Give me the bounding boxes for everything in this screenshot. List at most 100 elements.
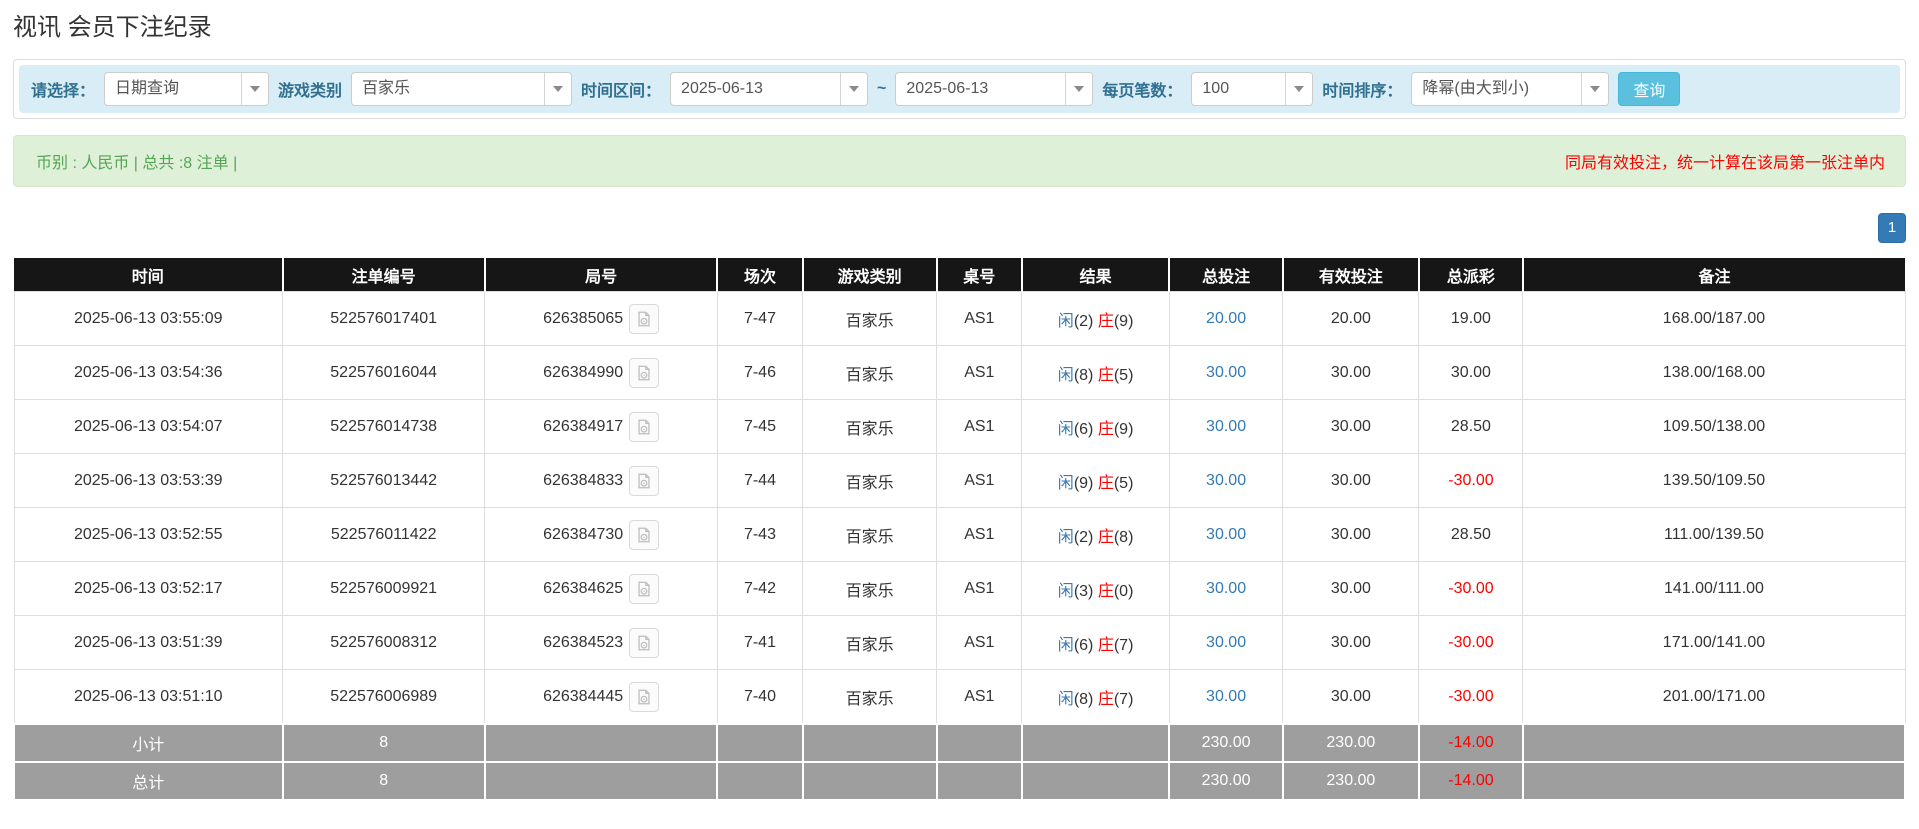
page-title: 视讯 会员下注纪录 <box>13 14 1906 43</box>
cell-remark: 171.00/141.00 <box>1523 616 1905 670</box>
cell-round-id: 626384833 <box>485 454 718 508</box>
video-replay-button[interactable] <box>629 304 659 334</box>
player-label: 闲 <box>1058 313 1074 330</box>
table-row: 2025-06-13 03:51:10 522576006989 6263844… <box>14 670 1905 724</box>
chevron-down-icon <box>553 86 563 92</box>
total-bet-link[interactable]: 30.00 <box>1206 526 1246 543</box>
footer-payout: -14.00 <box>1419 724 1523 762</box>
page-1-button[interactable]: 1 <box>1878 213 1906 243</box>
banker-label: 庄 <box>1098 637 1114 654</box>
cell-remark: 109.50/138.00 <box>1523 400 1905 454</box>
cell-table-no: AS1 <box>937 454 1022 508</box>
cell-payout: -30.00 <box>1419 616 1523 670</box>
total-bet-link[interactable]: 30.00 <box>1206 688 1246 705</box>
time-sort-dropdown-button[interactable] <box>1581 73 1608 105</box>
cell-bet-id: 522576008312 <box>283 616 485 670</box>
video-file-icon <box>635 310 653 328</box>
table-header: 时间注单编号局号场次游戏类别桌号结果总投注有效投注总派彩备注 <box>14 258 1905 292</box>
total-bet-link[interactable]: 30.00 <box>1206 634 1246 651</box>
footer-valid-bet: 230.00 <box>1283 762 1419 800</box>
cell-session: 7-42 <box>717 562 802 616</box>
player-label: 闲 <box>1058 637 1074 654</box>
game-type-dropdown-button[interactable] <box>544 73 571 105</box>
cell-table-no: AS1 <box>937 616 1022 670</box>
page-size-select[interactable]: 100 <box>1191 72 1313 106</box>
cell-table-no: AS1 <box>937 400 1022 454</box>
banker-label: 庄 <box>1098 313 1114 330</box>
summary-bar: 币别 : 人民币 | 总共 :8 注单 | 同局有效投注，统一计算在该局第一张注… <box>13 135 1906 187</box>
video-replay-button[interactable] <box>629 682 659 712</box>
header-row: 时间注单编号局号场次游戏类别桌号结果总投注有效投注总派彩备注 <box>14 258 1905 292</box>
game-type-select[interactable]: 百家乐 <box>351 72 572 106</box>
cell-time: 2025-06-13 03:54:36 <box>14 346 283 400</box>
total-bet-link[interactable]: 20.00 <box>1206 310 1246 327</box>
cell-valid-bet: 30.00 <box>1283 616 1419 670</box>
video-replay-button[interactable] <box>629 358 659 388</box>
video-file-icon <box>635 364 653 382</box>
table-body: 2025-06-13 03:55:09 522576017401 6263850… <box>14 292 1905 724</box>
cell-session: 7-44 <box>717 454 802 508</box>
cell-result: 闲(2) 庄(9) <box>1022 292 1169 346</box>
time-sort-value: 降幂(由大到小) <box>1412 73 1581 105</box>
search-button[interactable]: 查询 <box>1618 72 1680 106</box>
total-bet-link[interactable]: 30.00 <box>1206 364 1246 381</box>
video-file-icon <box>635 526 653 544</box>
total-bet-link[interactable]: 30.00 <box>1206 472 1246 489</box>
cell-remark: 168.00/187.00 <box>1523 292 1905 346</box>
player-score: (6) <box>1074 421 1094 438</box>
cell-round-id: 626384990 <box>485 346 718 400</box>
filter-bar: 请选择： 日期查询 游戏类别 百家乐 时间区间： 2025-06-13 ~ 20… <box>19 65 1900 113</box>
cell-valid-bet: 30.00 <box>1283 454 1419 508</box>
table-row: 2025-06-13 03:53:39 522576013442 6263848… <box>14 454 1905 508</box>
cell-result: 闲(8) 庄(5) <box>1022 346 1169 400</box>
player-label: 闲 <box>1058 691 1074 708</box>
footer-total-bet: 230.00 <box>1169 762 1282 800</box>
cell-time: 2025-06-13 03:53:39 <box>14 454 283 508</box>
video-replay-button[interactable] <box>629 412 659 442</box>
video-file-icon <box>635 634 653 652</box>
query-type-dropdown-button[interactable] <box>241 73 268 105</box>
cell-table-no: AS1 <box>937 346 1022 400</box>
cell-table-no: AS1 <box>937 670 1022 724</box>
footer-valid-bet: 230.00 <box>1283 724 1419 762</box>
video-replay-button[interactable] <box>629 574 659 604</box>
query-type-select[interactable]: 日期查询 <box>104 72 269 106</box>
banker-label: 庄 <box>1098 529 1114 546</box>
total-bet-link[interactable]: 30.00 <box>1206 418 1246 435</box>
footer-empty-session <box>717 724 802 762</box>
column-header: 局号 <box>485 258 718 292</box>
cell-round-id: 626384917 <box>485 400 718 454</box>
date-from-picker[interactable]: 2025-06-13 <box>670 72 868 106</box>
banker-label: 庄 <box>1098 367 1114 384</box>
cell-time: 2025-06-13 03:55:09 <box>14 292 283 346</box>
date-from-dropdown-button[interactable] <box>840 73 867 105</box>
date-to-picker[interactable]: 2025-06-13 <box>895 72 1093 106</box>
video-replay-button[interactable] <box>629 520 659 550</box>
footer-empty-remark <box>1523 724 1905 762</box>
cell-time: 2025-06-13 03:51:39 <box>14 616 283 670</box>
video-file-icon <box>635 472 653 490</box>
cell-round-id: 626385065 <box>485 292 718 346</box>
cell-payout: 28.50 <box>1419 400 1523 454</box>
summary-currency-total: 币别 : 人民币 | 总共 :8 注单 | <box>36 149 237 173</box>
footer-count: 8 <box>283 762 485 800</box>
cell-valid-bet: 20.00 <box>1283 292 1419 346</box>
video-replay-button[interactable] <box>629 628 659 658</box>
round-id: 626384625 <box>543 580 623 597</box>
footer-payout: -14.00 <box>1419 762 1523 800</box>
date-to-dropdown-button[interactable] <box>1065 73 1092 105</box>
cell-valid-bet: 30.00 <box>1283 670 1419 724</box>
total-bet-link[interactable]: 30.00 <box>1206 580 1246 597</box>
footer-empty-game <box>803 724 937 762</box>
player-score: (6) <box>1074 637 1094 654</box>
banker-score: (9) <box>1114 313 1134 330</box>
cell-round-id: 626384730 <box>485 508 718 562</box>
cell-total-bet: 30.00 <box>1169 346 1282 400</box>
footer-empty-round <box>485 724 718 762</box>
cell-time: 2025-06-13 03:52:17 <box>14 562 283 616</box>
time-sort-select[interactable]: 降幂(由大到小) <box>1411 72 1609 106</box>
pagination: 1 <box>13 213 1906 243</box>
cell-session: 7-46 <box>717 346 802 400</box>
video-replay-button[interactable] <box>629 466 659 496</box>
page-size-dropdown-button[interactable] <box>1285 73 1312 105</box>
